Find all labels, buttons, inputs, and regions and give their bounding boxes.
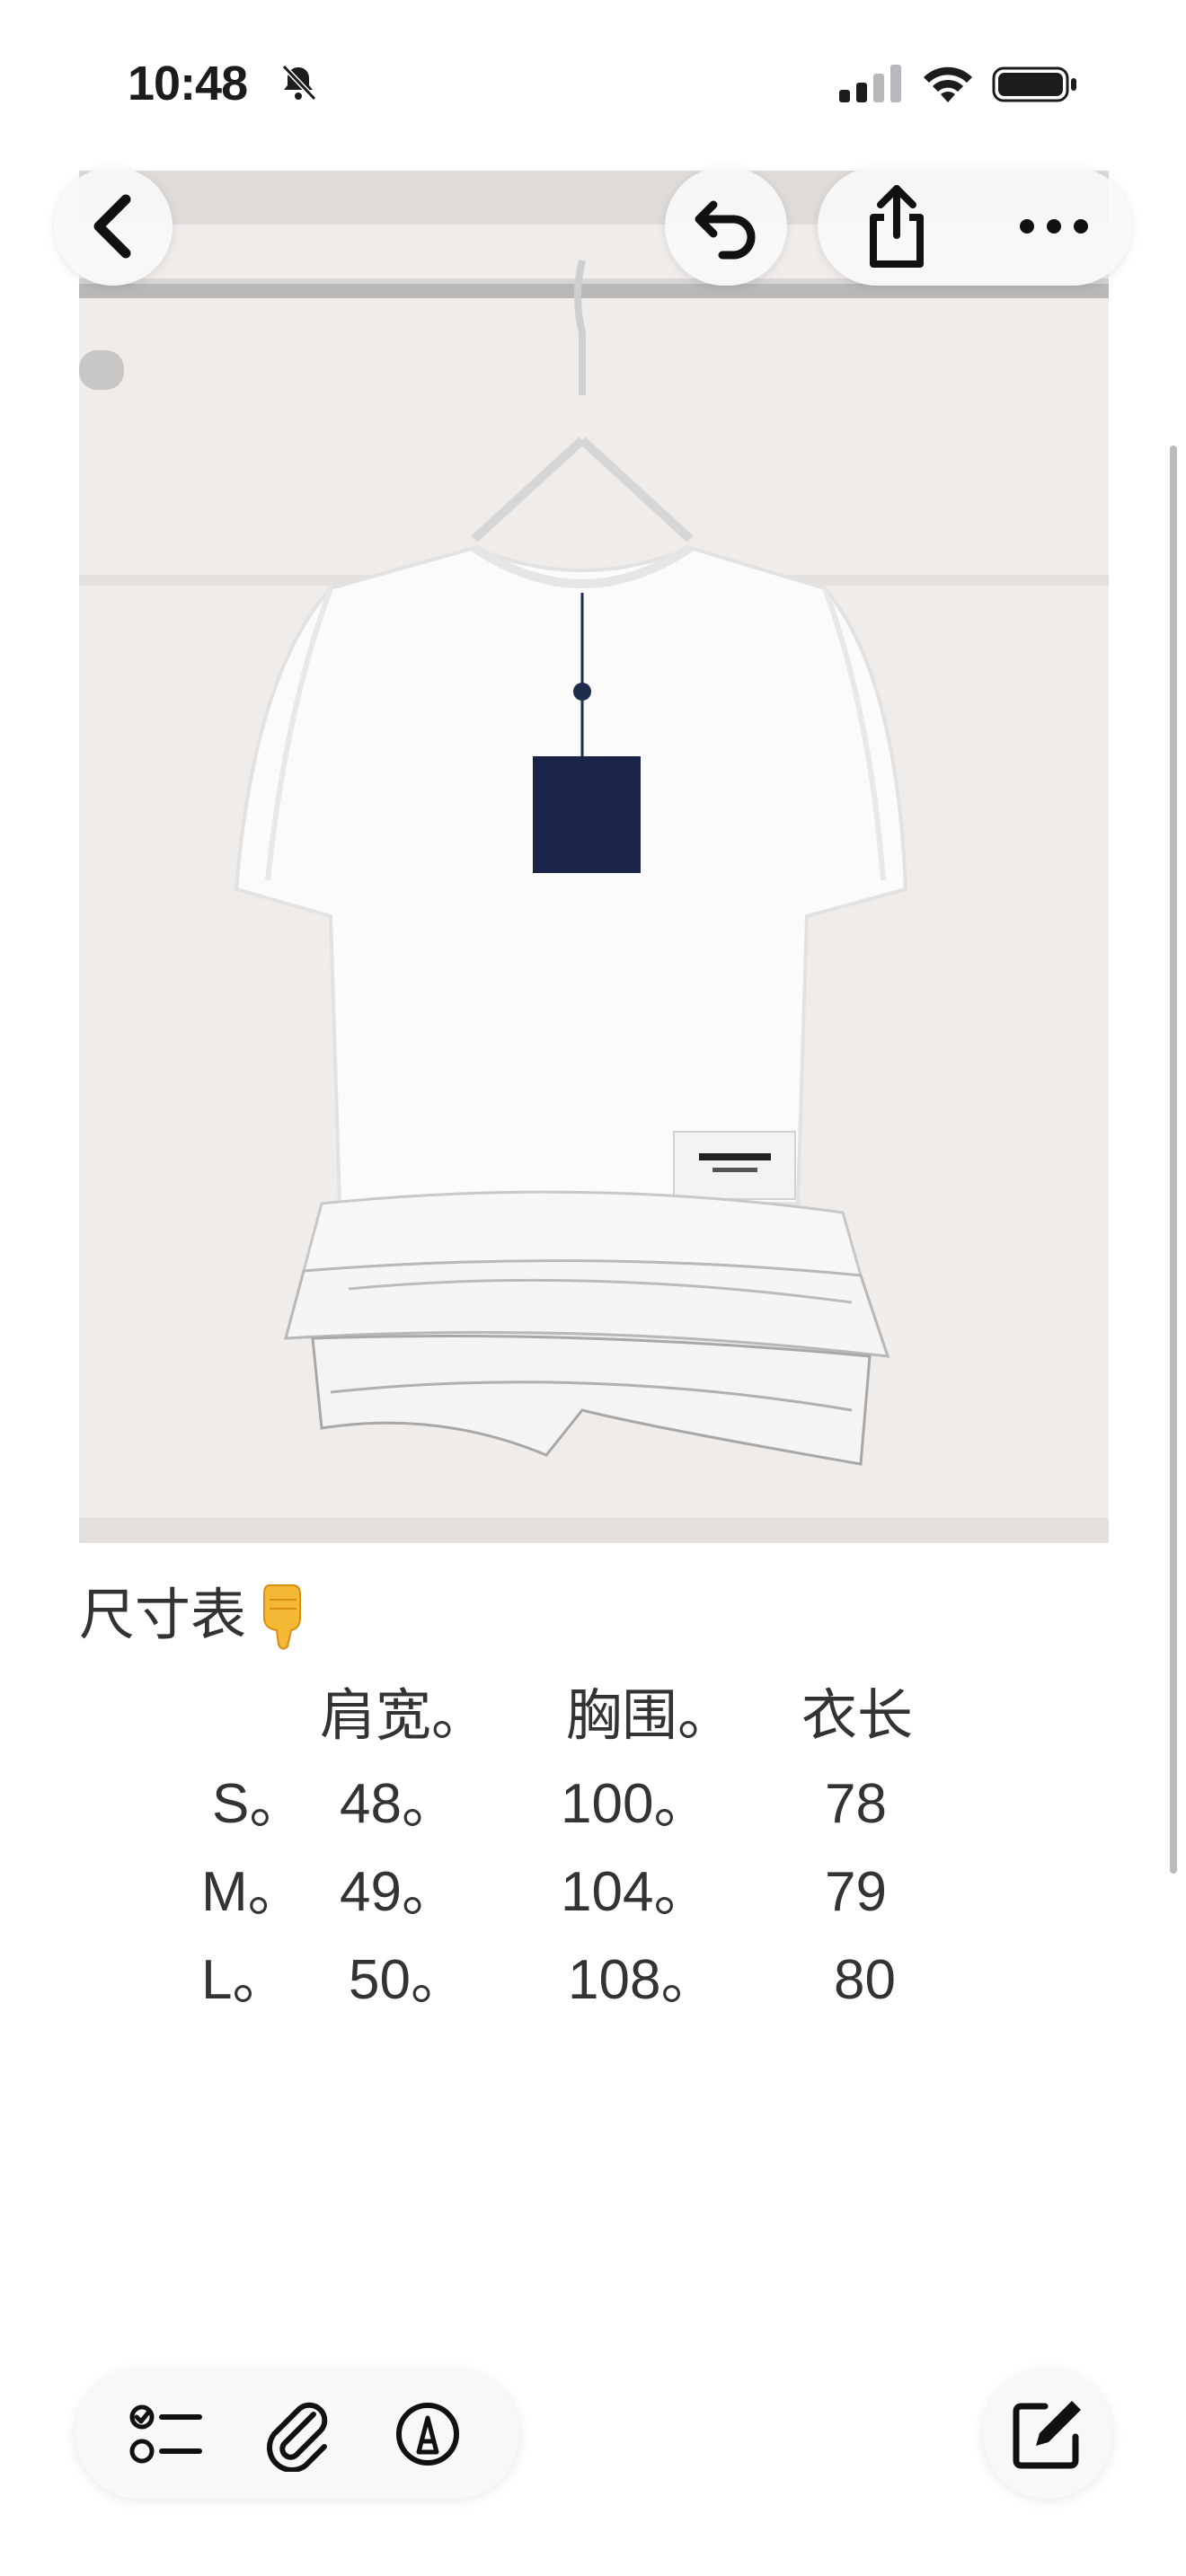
cellular-signal-icon [839,65,901,102]
wifi-icon [924,66,972,102]
length-value: 80 [834,1949,896,2011]
checklist-icon [129,2404,203,2464]
size-label: L。 [201,1949,288,2011]
undo-button[interactable] [665,167,787,286]
checklist-button[interactable] [122,2389,212,2479]
ellipsis-icon [1019,219,1088,234]
share-more-group [818,167,1132,286]
note-tools-toolbar [75,2369,519,2499]
compose-button[interactable] [983,2369,1112,2499]
chest-value: 100。 [561,1773,710,1835]
header-shoulder: 肩宽。 [320,1685,488,1747]
undo-arrow-icon [695,200,756,260]
chevron-left-icon [93,194,131,259]
more-button[interactable] [987,172,1121,280]
note-title-line: 尺寸表 [79,1572,1109,1660]
size-chart-title: 尺寸表 [79,1584,247,1646]
paperclip-icon [266,2402,328,2472]
shoulder-value: 49。 [340,1861,457,1923]
size-row-s: S。 48。 100。 78 [79,1760,1109,1848]
header-chest: 胸围。 [566,1685,734,1747]
share-button[interactable] [829,172,964,280]
length-value: 79 [825,1861,887,1923]
markup-button[interactable] [383,2389,473,2479]
attachment-button[interactable] [252,2389,342,2479]
size-label: M。 [201,1861,304,1923]
shoulder-value: 48。 [340,1773,457,1835]
status-time: 10:48 [128,57,248,110]
status-bar: 10:48 [0,0,1186,171]
pointing-down-hand-icon [263,1584,302,1650]
bell-slash-icon [281,64,317,101]
tshirt-photo [79,171,1109,1543]
header-length: 衣长 [801,1685,914,1747]
pen-circle-icon [395,2403,459,2466]
size-table: 肩宽。 胸围。 衣长 S。 48。 100。 78 M。 49。 104。 79… [79,1672,1109,2025]
note-body[interactable]: 尺寸表 肩宽。 胸围。 衣长 S。 48。 100。 78 M。 49。 104… [79,1572,1109,2011]
length-value: 78 [825,1773,887,1835]
size-table-header: 肩宽。 胸围。 衣长 [79,1672,1109,1760]
shoulder-value: 50。 [349,1949,466,2011]
chest-value: 104。 [561,1861,710,1923]
share-icon [869,185,924,268]
compose-icon [1013,2401,1081,2469]
size-row-l: L。 50。 108。 80 [79,1936,1109,2025]
back-button[interactable] [54,167,173,286]
size-label: S。 [212,1773,305,1835]
size-row-m: M。 49。 104。 79 [79,1848,1109,1936]
note-image[interactable] [79,171,1109,1543]
scroll-indicator[interactable] [1170,446,1177,1874]
battery-icon [992,66,1076,102]
chest-value: 108。 [568,1949,717,2011]
